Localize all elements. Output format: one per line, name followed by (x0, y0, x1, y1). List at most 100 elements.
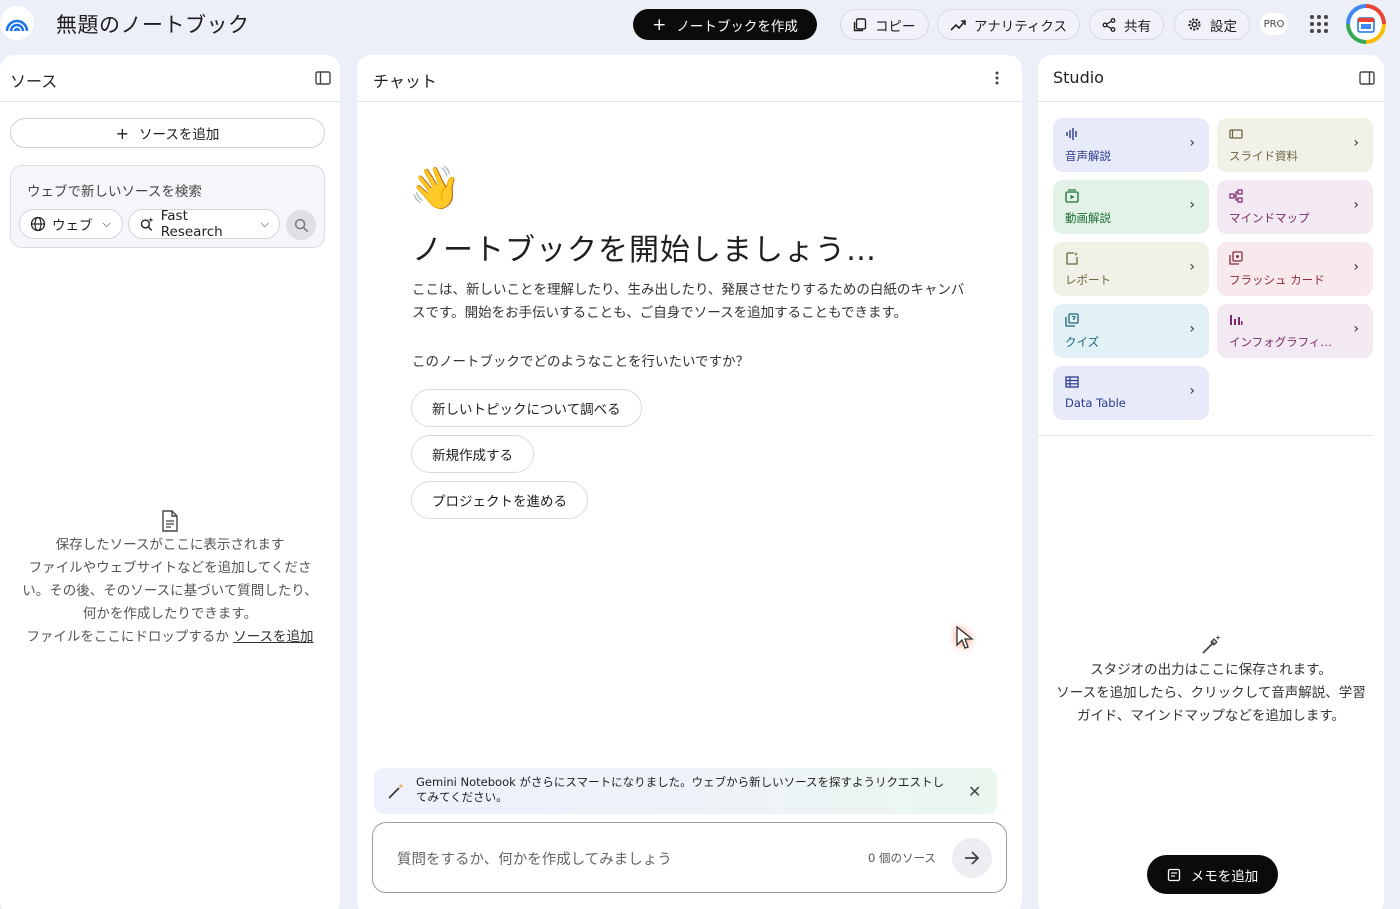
chevron-right-icon: › (1189, 197, 1195, 213)
arrow-right-icon (965, 851, 980, 865)
studio-title: Studio (1053, 68, 1104, 87)
chat-heading: ノートブックを開始しましょう… (412, 233, 877, 268)
studio-card-report[interactable]: レポート › (1053, 242, 1209, 296)
create-notebook-label: ノートブックを作成 (676, 18, 798, 35)
copy-icon (853, 17, 867, 31)
chat-description-line-2: スです。開始をお手伝いすることも、ご自身でソースを追加することもできます。 (412, 305, 908, 321)
chevron-right-icon: › (1189, 259, 1195, 275)
studio-card-flashcards[interactable]: フラッシュ カード › (1217, 242, 1373, 296)
info-banner: Gemini Notebook がさらにスマートになりました。ウェブから新しいソ… (374, 768, 997, 814)
studio-card-quiz[interactable]: クイズ › (1053, 304, 1209, 358)
sources-title: ソース (10, 72, 58, 91)
document-icon (162, 510, 178, 532)
sources-empty-state: 保存したソースがここに表示されます ファイルやウェブサイトなどを追加してくださ … (0, 510, 340, 649)
notebook-title[interactable]: 無題のノートブック (56, 9, 250, 39)
chevron-right-icon: › (1189, 321, 1195, 337)
research-label: Fast Research (160, 208, 223, 240)
report-icon (1066, 252, 1078, 265)
pro-badge: PRO (1260, 13, 1288, 35)
empty-line-5-prefix: ファイルをここにドロップするか (26, 629, 234, 645)
account-avatar[interactable] (1346, 4, 1386, 44)
waving-hand-icon: 👋 (409, 163, 462, 212)
bar-chart-icon (1230, 315, 1243, 325)
suggestion-chip[interactable]: 新規作成する (411, 435, 534, 473)
studio-empty-line-3: ガイド、マインドマップなどを追加します。 (1076, 708, 1346, 724)
copy-button[interactable]: コピー (840, 9, 929, 40)
search-icon (294, 218, 308, 232)
research-mode-dropdown[interactable]: Fast Research ⌵ (128, 208, 280, 240)
chat-header: チャット (357, 55, 1022, 102)
studio-card-data-table[interactable]: Data Table › (1053, 366, 1209, 420)
chat-input-box: 質問をするか、何かを作成してみましょう 0 個のソース (372, 822, 1007, 893)
web-search-input[interactable]: ウェブで新しいソースを検索 (27, 180, 202, 200)
studio-card-label: 音声解説 (1065, 149, 1111, 163)
share-icon (1102, 17, 1116, 32)
slides-icon (1229, 129, 1243, 139)
magic-wand-icon (1202, 635, 1221, 654)
gear-icon (1188, 18, 1201, 31)
chat-description-line-1: ここは、新しいことを理解したり、生み出したり、発展させたりするための白紙のキャン… (412, 282, 965, 298)
search-submit-button[interactable] (286, 210, 316, 240)
studio-card-audio[interactable]: 音声解説 › (1053, 118, 1209, 172)
chevron-down-icon: ⌵ (102, 217, 111, 230)
studio-card-label: インフォグラフィ… (1229, 335, 1332, 349)
add-note-button[interactable]: メモを追加 (1147, 855, 1278, 894)
sources-header: ソース (0, 55, 340, 102)
add-source-label: ソースを追加 (139, 127, 220, 143)
note-icon (1167, 868, 1180, 881)
plus-icon: + (115, 123, 130, 143)
chat-question: このノートブックでどのようなことを行いたいですか？ (412, 354, 750, 370)
empty-line-2: ファイルやウェブサイトなどを追加してくださ (28, 560, 312, 576)
plus-icon: + (652, 14, 667, 35)
send-button[interactable] (952, 838, 992, 878)
collapse-panel-icon[interactable] (315, 70, 331, 86)
magic-wand-icon (388, 783, 404, 799)
suggestion-chip[interactable]: プロジェクトを進める (411, 481, 588, 519)
studio-header: Studio (1038, 55, 1384, 102)
more-vert-icon[interactable] (989, 70, 1005, 86)
studio-card-slides[interactable]: スライド資料 › (1217, 118, 1373, 172)
web-source-dropdown[interactable]: ウェブ ⌵ (19, 209, 123, 239)
create-notebook-button[interactable]: + ノートブックを作成 (633, 9, 817, 40)
studio-card-label: 動画解説 (1065, 211, 1111, 225)
close-icon[interactable]: ✕ (968, 782, 981, 801)
chat-panel: チャット 👋 ノートブックを開始しましょう… ここは、新しいことを理解したり、生… (357, 55, 1022, 909)
settings-label: 設定 (1210, 18, 1237, 35)
banner-line-2: てみてください。 (416, 790, 508, 804)
collapse-panel-icon[interactable] (1359, 70, 1375, 86)
audio-wave-icon (1066, 128, 1077, 140)
studio-card-video[interactable]: 動画解説 › (1053, 180, 1209, 234)
studio-divider (1038, 435, 1374, 436)
mind-map-icon (1229, 189, 1243, 203)
notebooklm-logo-icon[interactable] (0, 6, 34, 40)
studio-panel: Studio 音声解説 › スライド資料 › 動画解説 › マインドマップ › … (1038, 55, 1384, 909)
web-label: ウェブ (52, 218, 93, 234)
flashcards-icon (1229, 251, 1243, 265)
studio-empty-line-1: スタジオの出力はここに保存されます。 (1090, 662, 1332, 678)
analytics-button[interactable]: アナリティクス (937, 9, 1081, 40)
studio-card-infographic[interactable]: インフォグラフィ… › (1217, 304, 1373, 358)
studio-card-mindmap[interactable]: マインドマップ › (1217, 180, 1373, 234)
apps-grid-icon[interactable] (1309, 14, 1329, 34)
settings-button[interactable]: 設定 (1174, 9, 1250, 40)
share-button[interactable]: 共有 (1089, 9, 1164, 40)
add-source-link[interactable]: ソースを追加 (233, 629, 313, 645)
share-label: 共有 (1124, 18, 1151, 35)
studio-card-label: レポート (1065, 273, 1111, 287)
banner-line-1: Gemini Notebook がさらにスマートになりました。ウェブから新しいソ… (416, 775, 945, 789)
studio-card-label: マインドマップ (1229, 211, 1310, 225)
suggestion-chip[interactable]: 新しいトピックについて調べる (411, 389, 642, 427)
empty-line-1: 保存したソースがここに表示されます (55, 537, 285, 553)
empty-line-3: い。その後、そのソースに基づいて質問したり、 (22, 583, 318, 599)
chevron-right-icon: › (1353, 321, 1359, 337)
studio-empty-line-2: ソースを追加したら、クリックして音声解説、学習 (1056, 685, 1366, 701)
analytics-label: アナリティクス (974, 18, 1068, 35)
chat-input[interactable]: 質問をするか、何かを作成してみましょう (397, 848, 672, 869)
add-source-button[interactable]: + ソースを追加 (10, 118, 325, 148)
source-count: 0 個のソース (868, 851, 936, 865)
top-bar: 無題のノートブック + ノートブックを作成 コピー アナリティクス 共有 設定 … (0, 0, 1400, 50)
table-icon (1065, 376, 1079, 388)
sparkle-search-icon (140, 217, 154, 231)
quiz-icon (1065, 313, 1079, 327)
web-search-box: ウェブで新しいソースを検索 ウェブ ⌵ Fast Research ⌵ (10, 165, 325, 248)
